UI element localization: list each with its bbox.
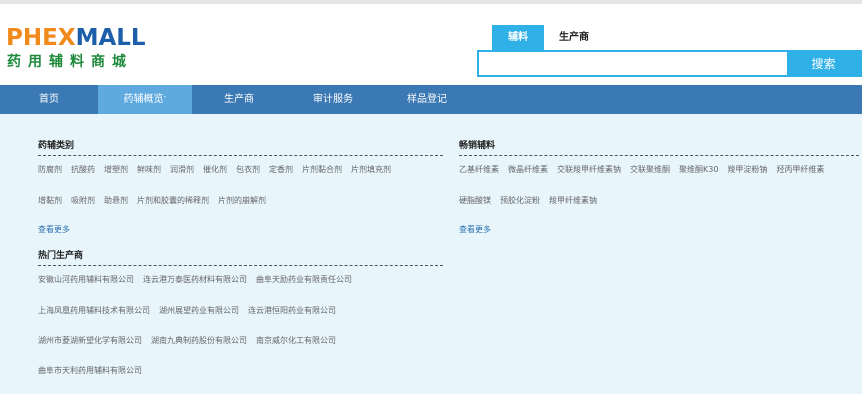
- main-nav: 首页 药辅概览˅ 生产商 审计服务 样品登记: [0, 85, 862, 114]
- manufacturer-link[interactable]: 湖州市菱湖新望化学有限公司: [38, 335, 142, 346]
- logo-wordmark-orange: PHEX: [6, 25, 76, 51]
- category-link[interactable]: 片剂和胶囊的稀释剂: [137, 195, 209, 206]
- bestsellers-title: 畅销辅料: [459, 138, 859, 156]
- manufacturer-link[interactable]: 连云港恒阳药业有限公司: [248, 305, 336, 316]
- logo-subtitle: 药用辅料商城: [7, 54, 133, 70]
- bestseller-link[interactable]: 微晶纤维素: [508, 164, 548, 175]
- bestseller-link[interactable]: 羧甲淀粉钠: [727, 164, 767, 175]
- category-link[interactable]: 润滑剂: [170, 164, 194, 175]
- bestseller-link[interactable]: 聚维酮K30: [679, 164, 718, 175]
- search-tab-manufacturer[interactable]: 生产商: [544, 25, 589, 50]
- bestseller-link[interactable]: 硬脂酸镁: [459, 195, 491, 206]
- manufacturers-row-4: 曲阜市天利药用辅料有限公司: [38, 365, 151, 376]
- top-strip: [0, 0, 862, 4]
- logo-wordmark: PHEXMALL: [6, 26, 146, 50]
- site-logo[interactable]: PHEXMALL 药用辅料商城: [6, 26, 176, 76]
- manufacturer-link[interactable]: 上海凤凰药用辅料技术有限公司: [38, 305, 150, 316]
- search-box: 搜索: [477, 50, 862, 77]
- manufacturer-link[interactable]: 曲阜天励药业有限责任公司: [256, 274, 352, 285]
- dropdown-caret-icon: ˅: [163, 96, 167, 103]
- categories-row-2: 增黏剂 吸附剂 助悬剂 片剂和胶囊的稀释剂 片剂的崩解剂: [38, 195, 275, 206]
- nav-item-overview-label: 药辅概览: [123, 94, 164, 105]
- category-link[interactable]: 抗酸药: [71, 164, 95, 175]
- search-tab-excipient[interactable]: 辅料: [492, 25, 544, 50]
- manufacturer-link[interactable]: 安徽山河药用辅料有限公司: [38, 274, 134, 285]
- bestseller-link[interactable]: 交联羧甲纤维素钠: [557, 164, 621, 175]
- bestseller-link[interactable]: 羧甲纤维素钠: [549, 195, 597, 206]
- nav-item-audit[interactable]: 审计服务: [286, 85, 380, 114]
- category-link[interactable]: 鲜味剂: [137, 164, 161, 175]
- manufacturer-link[interactable]: 湖州展望药业有限公司: [159, 305, 239, 316]
- bestsellers-row-2: 硬脂酸镁 预胶化淀粉 羧甲纤维素钠: [459, 195, 606, 206]
- bestsellers-row-1: 乙基纤维素 微晶纤维素 交联羧甲纤维素钠 交联聚维酮 聚维酮K30 羧甲淀粉钠 …: [459, 164, 833, 175]
- content-panel: 药辅类别 防腐剂 抗酸药 增塑剂 鲜味剂 润滑剂 催化剂 包衣剂 定香剂 片剂黏…: [0, 114, 862, 394]
- category-link[interactable]: 片剂的崩解剂: [218, 195, 266, 206]
- manufacturer-link[interactable]: 南京威尔化工有限公司: [256, 335, 336, 346]
- category-link[interactable]: 包衣剂: [236, 164, 260, 175]
- manufacturers-row-1: 安徽山河药用辅料有限公司 连云港万泰医药材料有限公司 曲阜天励药业有限责任公司: [38, 274, 361, 285]
- category-link[interactable]: 定香剂: [269, 164, 293, 175]
- manufacturer-link[interactable]: 湖南九典制药股份有限公司: [151, 335, 247, 346]
- nav-item-home[interactable]: 首页: [0, 85, 98, 114]
- nav-item-sample[interactable]: 样品登记: [380, 85, 474, 114]
- bestseller-link[interactable]: 交联聚维酮: [630, 164, 670, 175]
- manufacturers-row-2: 上海凤凰药用辅料技术有限公司 湖州展望药业有限公司 连云港恒阳药业有限公司: [38, 305, 345, 316]
- bestseller-link[interactable]: 羟丙甲纤维素: [776, 164, 824, 175]
- search-button[interactable]: 搜索: [787, 52, 860, 75]
- category-link[interactable]: 增塑剂: [104, 164, 128, 175]
- bestseller-link[interactable]: 预胶化淀粉: [500, 195, 540, 206]
- category-link[interactable]: 催化剂: [203, 164, 227, 175]
- categories-title: 药辅类别: [38, 138, 443, 156]
- manufacturers-row-3: 湖州市菱湖新望化学有限公司 湖南九典制药股份有限公司 南京威尔化工有限公司: [38, 335, 345, 346]
- manufacturer-link[interactable]: 连云港万泰医药材料有限公司: [143, 274, 247, 285]
- manufacturers-title: 热门生产商: [38, 248, 443, 266]
- category-link[interactable]: 助悬剂: [104, 195, 128, 206]
- manufacturer-link[interactable]: 曲阜市天利药用辅料有限公司: [38, 365, 142, 376]
- category-link[interactable]: 吸附剂: [71, 195, 95, 206]
- nav-item-overview[interactable]: 药辅概览˅: [98, 85, 192, 114]
- bestseller-link[interactable]: 乙基纤维素: [459, 164, 499, 175]
- search-input[interactable]: [479, 52, 789, 75]
- category-link[interactable]: 增黏剂: [38, 195, 62, 206]
- bestsellers-more-link[interactable]: 查看更多: [459, 224, 491, 235]
- category-link[interactable]: 防腐剂: [38, 164, 62, 175]
- categories-more-link[interactable]: 查看更多: [38, 224, 70, 235]
- category-link[interactable]: 片剂黏合剂: [302, 164, 342, 175]
- nav-item-manufacturers[interactable]: 生产商: [192, 85, 286, 114]
- category-link[interactable]: 片剂填充剂: [351, 164, 391, 175]
- logo-wordmark-blue: MALL: [75, 25, 146, 51]
- search-tabs: 辅料 生产商: [492, 25, 589, 50]
- categories-row-1: 防腐剂 抗酸药 增塑剂 鲜味剂 润滑剂 催化剂 包衣剂 定香剂 片剂黏合剂 片剂…: [38, 164, 400, 175]
